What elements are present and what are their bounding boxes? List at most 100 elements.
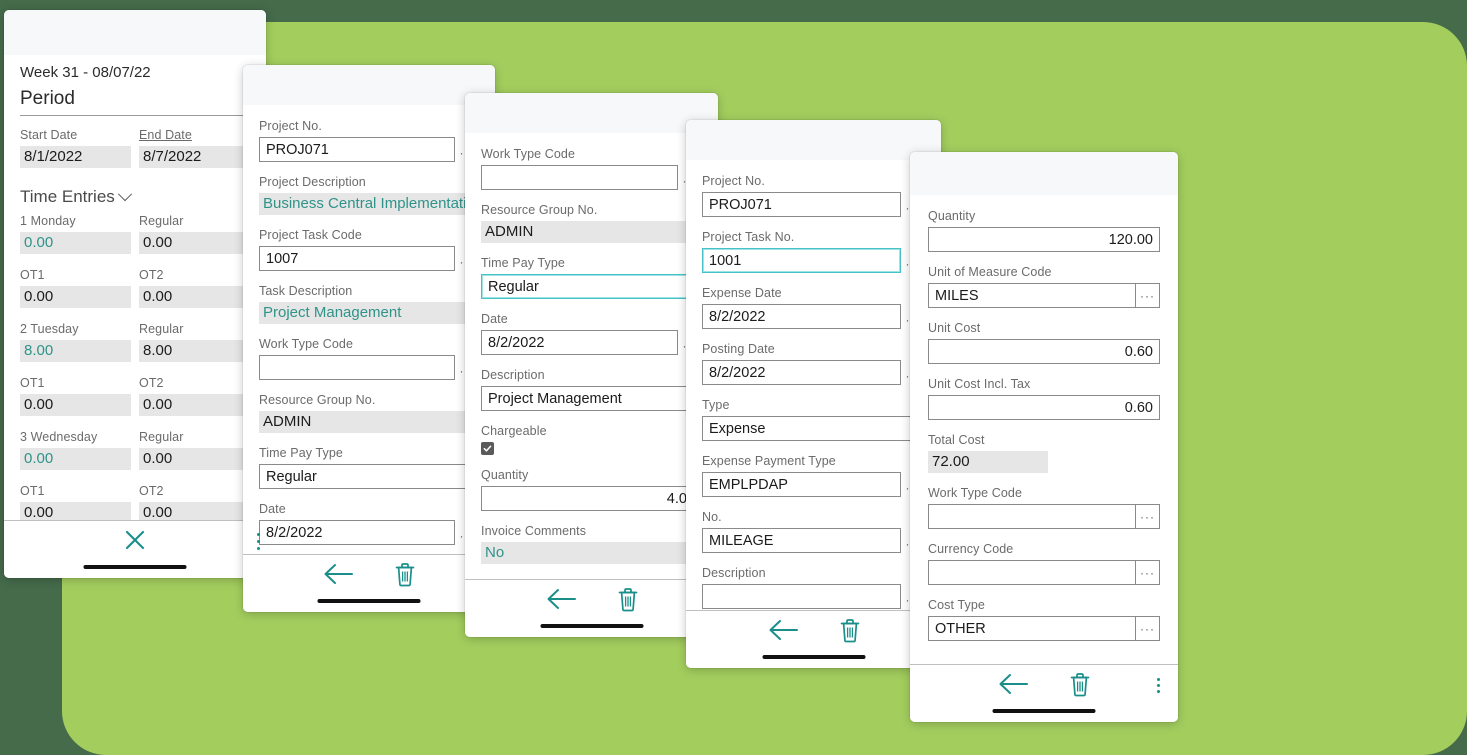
work-type-code-input[interactable] [259, 355, 455, 380]
back-arrow-icon[interactable] [996, 671, 1030, 697]
start-date-value[interactable]: 8/1/2022 [20, 146, 131, 168]
total-cost-value[interactable]: 72.00 [928, 451, 1048, 473]
end-date-value[interactable]: 8/7/2022 [139, 146, 250, 168]
tuesday-regular-value[interactable]: 8.00 [139, 340, 250, 362]
wednesday-label: 3 Wednesday [20, 430, 98, 444]
monday-ot1-value[interactable]: 0.00 [20, 286, 131, 308]
resource-group-no-value[interactable]: ADMIN [481, 221, 710, 243]
description-input[interactable]: Project Management [481, 386, 702, 411]
resource-group-no-label: Resource Group No. [481, 203, 598, 217]
time-pay-type-select[interactable]: Regular ⇳ [481, 274, 702, 299]
wednesday-regular-value[interactable]: 0.00 [139, 448, 250, 470]
close-icon[interactable] [120, 525, 150, 555]
work-type-code-input[interactable] [481, 165, 678, 190]
card-time-sheet-line-detail[interactable]: Project No. PROJ071 ··· Project Descript… [243, 65, 495, 612]
back-arrow-icon[interactable] [544, 586, 578, 612]
invoice-comments-value[interactable]: No [481, 542, 710, 564]
monday-ot2-value[interactable]: 0.00 [139, 286, 250, 308]
card-body: Quantity 120.00 Unit of Measure Code MIL… [910, 195, 1178, 664]
project-task-no-input[interactable]: 1001 [702, 248, 901, 273]
field-project-no: Project No. PROJ071 ··· [259, 119, 479, 162]
currency-code-label: Currency Code [928, 542, 1014, 556]
field-date-range: Start Date 8/1/2022 End Date 8/7/2022 [20, 128, 250, 168]
type-select[interactable]: Expense ⇳ [702, 416, 925, 441]
wednesday-ot2-value[interactable]: 0.00 [139, 502, 250, 520]
footer-actions [465, 580, 718, 618]
card-footer [910, 664, 1178, 722]
description-label: Description [481, 368, 545, 382]
card-body: Week 31 - 08/07/22 Period Start Date 8/1… [4, 55, 266, 520]
date-input[interactable]: 8/2/2022 [259, 520, 455, 545]
card-header [4, 10, 266, 55]
home-indicator [317, 599, 421, 603]
back-arrow-icon[interactable] [766, 617, 800, 643]
trash-icon[interactable] [616, 586, 640, 613]
lookup-icon[interactable]: ··· [1136, 283, 1160, 308]
description-input[interactable] [702, 584, 901, 609]
expense-date-input[interactable]: 8/2/2022 [702, 304, 901, 329]
cost-type-label: Cost Type [928, 598, 985, 612]
lookup-icon[interactable]: ··· [1136, 504, 1160, 529]
monday-value[interactable]: 0.00 [20, 232, 131, 254]
tuesday-ot1-label: OT1 [20, 376, 45, 390]
card-footer [686, 610, 941, 668]
more-vertical-icon[interactable] [1157, 678, 1160, 693]
posting-date-input[interactable]: 8/2/2022 [702, 360, 901, 385]
field-time-pay-type: Time Pay Type Regular ⇳ [481, 256, 702, 299]
no-label: No. [702, 510, 722, 524]
time-pay-type-label: Time Pay Type [481, 256, 565, 270]
field-work-type-code: Work Type Code ··· [259, 337, 479, 380]
monday-regular-value[interactable]: 0.00 [139, 232, 250, 254]
chargeable-checkbox[interactable] [481, 442, 494, 455]
tuesday-value[interactable]: 8.00 [20, 340, 131, 362]
trash-icon[interactable] [393, 561, 417, 588]
time-entries-group-toggle[interactable]: Time Entries [20, 186, 250, 208]
project-no-input[interactable]: PROJ071 [702, 192, 901, 217]
field-description: Description ··· [702, 566, 925, 609]
card-timesheet-period[interactable]: Week 31 - 08/07/22 Period Start Date 8/1… [4, 10, 266, 578]
resource-group-no-value[interactable]: ADMIN [259, 411, 487, 433]
wednesday-value[interactable]: 0.00 [20, 448, 131, 470]
card-time-entry-detail[interactable]: Work Type Code ··· Resource Group No. AD… [465, 93, 718, 637]
field-work-type-code: Work Type Code ··· [481, 147, 702, 190]
project-no-input[interactable]: PROJ071 [259, 137, 455, 162]
field-quantity: Quantity 4.00 [481, 468, 702, 511]
work-type-code-label: Work Type Code [481, 147, 576, 161]
card-expense-entry[interactable]: Project No. PROJ071 ··· Project Task No.… [686, 120, 941, 668]
unit-cost-input[interactable]: 0.60 [928, 339, 1160, 364]
task-description-value[interactable]: Project Management [259, 302, 487, 324]
trash-icon[interactable] [838, 617, 862, 644]
field-posting-date: Posting Date 8/2/2022 ··· [702, 342, 925, 385]
field-no: No. MILEAGE ··· [702, 510, 925, 553]
quantity-input[interactable]: 120.00 [928, 227, 1160, 252]
project-description-value[interactable]: Business Central Implementation.. [259, 193, 487, 215]
date-input[interactable]: 8/2/2022 [481, 330, 678, 355]
tuesday-ot1-value[interactable]: 0.00 [20, 394, 131, 416]
no-input[interactable]: MILEAGE [702, 528, 901, 553]
trash-icon[interactable] [1068, 671, 1092, 698]
row-tuesday-ot: OT1 0.00 OT2 0.00 [20, 376, 250, 416]
expense-payment-type-input[interactable]: EMPLPDAP [702, 472, 901, 497]
card-expense-cost-detail[interactable]: Quantity 120.00 Unit of Measure Code MIL… [910, 152, 1178, 722]
back-arrow-icon[interactable] [321, 561, 355, 587]
unit-of-measure-code-input[interactable]: MILES [928, 283, 1136, 308]
more-vertical-icon[interactable] [257, 533, 260, 550]
cost-type-input[interactable]: OTHER [928, 616, 1136, 641]
lookup-icon[interactable]: ··· [1136, 560, 1160, 585]
time-pay-type-select[interactable]: Regular ⇳ [259, 464, 479, 489]
currency-code-input[interactable] [928, 560, 1136, 585]
footer-actions [910, 665, 1178, 703]
unit-cost-incl-tax-input[interactable]: 0.60 [928, 395, 1160, 420]
quantity-input[interactable]: 4.00 [481, 486, 702, 511]
project-no-label: Project No. [702, 174, 765, 188]
field-expense-payment-type: Expense Payment Type EMPLPDAP ··· [702, 454, 925, 497]
wednesday-ot1-value[interactable]: 0.00 [20, 502, 131, 520]
tuesday-ot2-value[interactable]: 0.00 [139, 394, 250, 416]
lookup-icon[interactable]: ··· [1136, 616, 1160, 641]
footer-actions [243, 555, 495, 593]
work-type-code-input[interactable] [928, 504, 1136, 529]
project-task-code-input[interactable]: 1007 [259, 246, 455, 271]
field-type: Type Expense ⇳ [702, 398, 925, 441]
tuesday-label: 2 Tuesday [20, 322, 79, 336]
expense-payment-type-label: Expense Payment Type [702, 454, 836, 468]
